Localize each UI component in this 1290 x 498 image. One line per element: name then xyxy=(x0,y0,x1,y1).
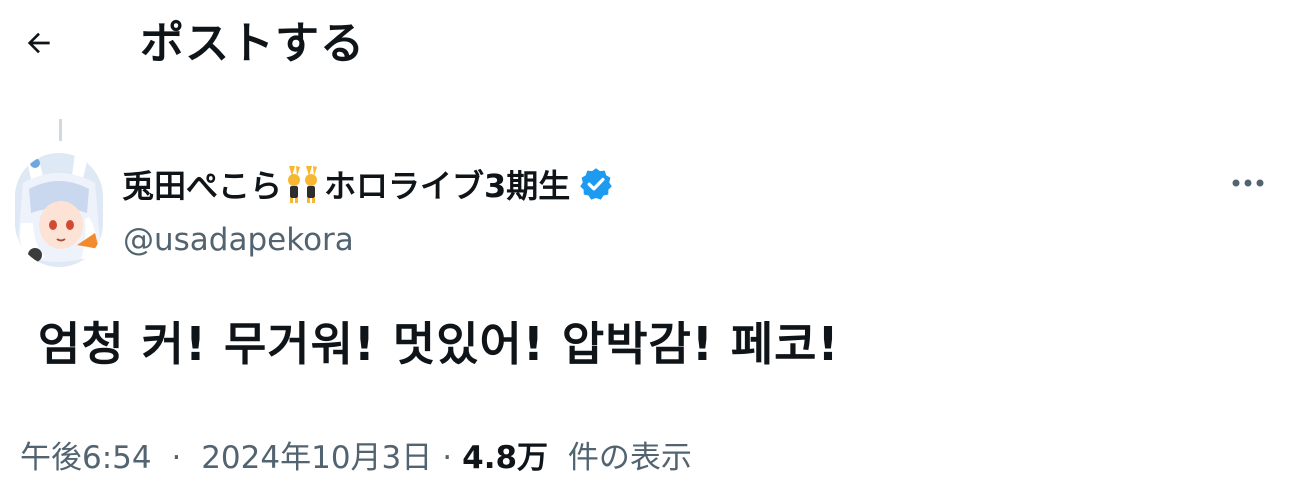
post-time: 午後6:54 xyxy=(20,440,152,476)
verified-badge-icon xyxy=(578,166,614,202)
meta-separator: · xyxy=(442,440,453,476)
post-meta: 午後6:54 · 2024年10月3日 · 4.8万 件の表示 xyxy=(20,433,692,483)
views-label: 件の表示 xyxy=(567,440,692,476)
post-date: 2024年10月3日 xyxy=(201,440,433,476)
bunny-pair-emoji-icon xyxy=(284,164,322,204)
avatar[interactable] xyxy=(15,153,103,267)
author-name-text: 兎田ぺこら xyxy=(122,167,283,205)
author-name-suffix: ホロライブ3期生 xyxy=(324,167,571,205)
arrow-left-icon xyxy=(23,27,55,63)
more-horizontal-icon xyxy=(1231,173,1265,192)
thread-connector-line xyxy=(59,119,62,141)
author-name[interactable]: 兎田ぺこら ホロライブ3期生 xyxy=(122,158,614,210)
author-handle[interactable]: @usadapekora xyxy=(123,222,354,258)
views-count: 4.8万 xyxy=(462,440,549,476)
back-button[interactable] xyxy=(14,20,64,70)
more-options-button[interactable] xyxy=(1226,164,1270,200)
top-bar: ポストする xyxy=(0,0,1290,96)
post-text: 엄청 커! 무거워! 멋있어! 압박감! 페코! xyxy=(38,317,840,371)
post-time-link[interactable]: 午後6:54 · 2024年10月3日 xyxy=(20,433,432,483)
views-link[interactable]: 4.8万 件の表示 xyxy=(462,433,692,483)
page-title: ポストする xyxy=(140,18,365,69)
meta-separator: · xyxy=(171,440,182,476)
